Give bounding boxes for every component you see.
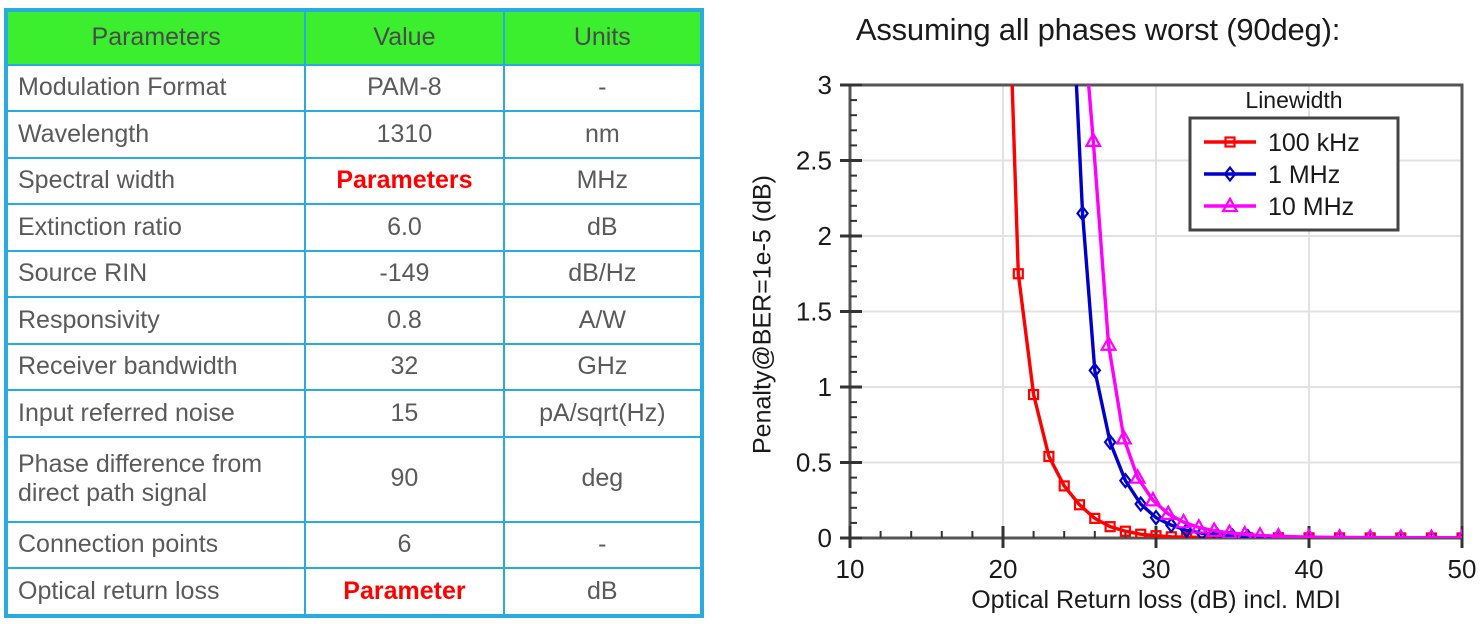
cell-parameter: Source RIN: [4, 249, 307, 299]
cell-value: 32: [304, 342, 505, 392]
cell-units: deg: [502, 435, 704, 523]
cell-parameter: Optical return loss: [4, 567, 307, 617]
table-row: Wavelength 1310 nm: [4, 110, 704, 159]
cell-value: 15: [304, 389, 505, 438]
cell-value: -149: [304, 249, 505, 299]
cell-units: MHz: [502, 156, 704, 206]
cell-value-highlight: Parameters: [304, 156, 505, 206]
cell-parameter: Extinction ratio: [4, 203, 307, 252]
cell-value: 0.8: [304, 296, 505, 345]
x-axis-tick-label: 20: [989, 554, 1018, 584]
slide-root: Parameters Value Units Modulation Format…: [0, 0, 1480, 624]
cell-parameter: Responsivity: [4, 296, 307, 345]
legend-label-0: 100 kHz: [1268, 129, 1360, 157]
cell-parameter: Connection points: [4, 520, 307, 570]
table-row: Input referred noise 15 pA/sqrt(Hz): [4, 389, 704, 438]
parameters-table: Parameters Value Units Modulation Format…: [4, 8, 704, 618]
cell-value: 6.0: [304, 203, 505, 252]
cell-units: GHz: [502, 342, 704, 392]
column-header-parameters: Parameters: [4, 9, 307, 66]
cell-units: pA/sqrt(Hz): [502, 389, 704, 438]
cell-units: nm: [502, 110, 704, 159]
chart-plot-area: 0 0.5 1 1.5 2 2.5 3 10 20 30 40 50 Linewidth 100 kHz 1…: [796, 70, 1477, 584]
cell-value: 90: [304, 435, 505, 523]
cell-parameter: Spectral width: [4, 156, 307, 206]
cell-units: dB/Hz: [502, 249, 704, 299]
cell-parameter: Modulation Format: [4, 63, 307, 113]
cell-units: A/W: [502, 296, 704, 345]
table-row: Responsivity 0.8 A/W: [4, 296, 704, 345]
legend-title: Linewidth: [1245, 87, 1342, 113]
cell-units: -: [502, 520, 704, 570]
cell-parameter: Wavelength: [4, 110, 307, 159]
cell-value: 6: [304, 520, 505, 570]
y-axis-tick-label: 2.5: [796, 146, 832, 176]
table-row: Phase difference from direct path signal…: [4, 435, 704, 523]
cell-value-highlight: Parameter: [304, 567, 505, 617]
table-body: Modulation Format PAM-8- Wavelength 1310 nm S…: [4, 63, 704, 617]
cell-units: dB: [502, 567, 704, 617]
column-header-units: Units: [502, 9, 704, 66]
x-axis-tick-label: 30: [1142, 554, 1171, 584]
legend-label-1: 1 MHz: [1268, 161, 1340, 189]
y-axis-tick-label: 0: [818, 523, 832, 553]
table-row: Spectral width Parameters MHz: [4, 156, 704, 206]
x-axis-tick-label: 10: [836, 554, 865, 584]
cell-parameter: Input referred noise: [4, 389, 307, 438]
legend-label-2: 10 MHz: [1268, 193, 1354, 221]
cell-units: -: [502, 63, 704, 113]
penalty-chart-container: Assuming all phases worst (90deg): Penal…: [716, 0, 1480, 624]
y-axis-tick-label: 1.5: [796, 297, 832, 327]
table-row: Receiver bandwidth 32 GHz: [4, 342, 704, 392]
x-axis-tick-label: 40: [1295, 554, 1324, 584]
cell-parameter: Receiver bandwidth: [4, 342, 307, 392]
y-axis-tick-label: 2: [818, 221, 832, 251]
table-row: Source RIN -149 dB/Hz: [4, 249, 704, 299]
table-row: Extinction ratio 6.0 dB: [4, 203, 704, 252]
y-axis-tick-label: 3: [818, 70, 832, 100]
table-row: Optical return loss Parameter dB: [4, 567, 704, 617]
table-row: Modulation Format PAM-8-: [4, 63, 704, 113]
y-axis-tick-label: 0.5: [796, 448, 832, 478]
y-axis-tick-label: 1: [818, 372, 832, 402]
cell-parameter: Phase difference from direct path signal: [4, 435, 307, 523]
table-row: Connection points 6-: [4, 520, 704, 570]
cell-units: dB: [502, 203, 704, 252]
table-header: Parameters Value Units: [4, 9, 704, 66]
cell-value: 1310: [304, 110, 505, 159]
parameters-table-container: Parameters Value Units Modulation Format…: [4, 8, 704, 618]
table-header-row: Parameters Value Units: [4, 9, 704, 66]
column-header-value: Value: [304, 9, 505, 66]
cell-value: PAM-8: [304, 63, 505, 113]
x-axis-tick-label: 50: [1448, 554, 1477, 584]
